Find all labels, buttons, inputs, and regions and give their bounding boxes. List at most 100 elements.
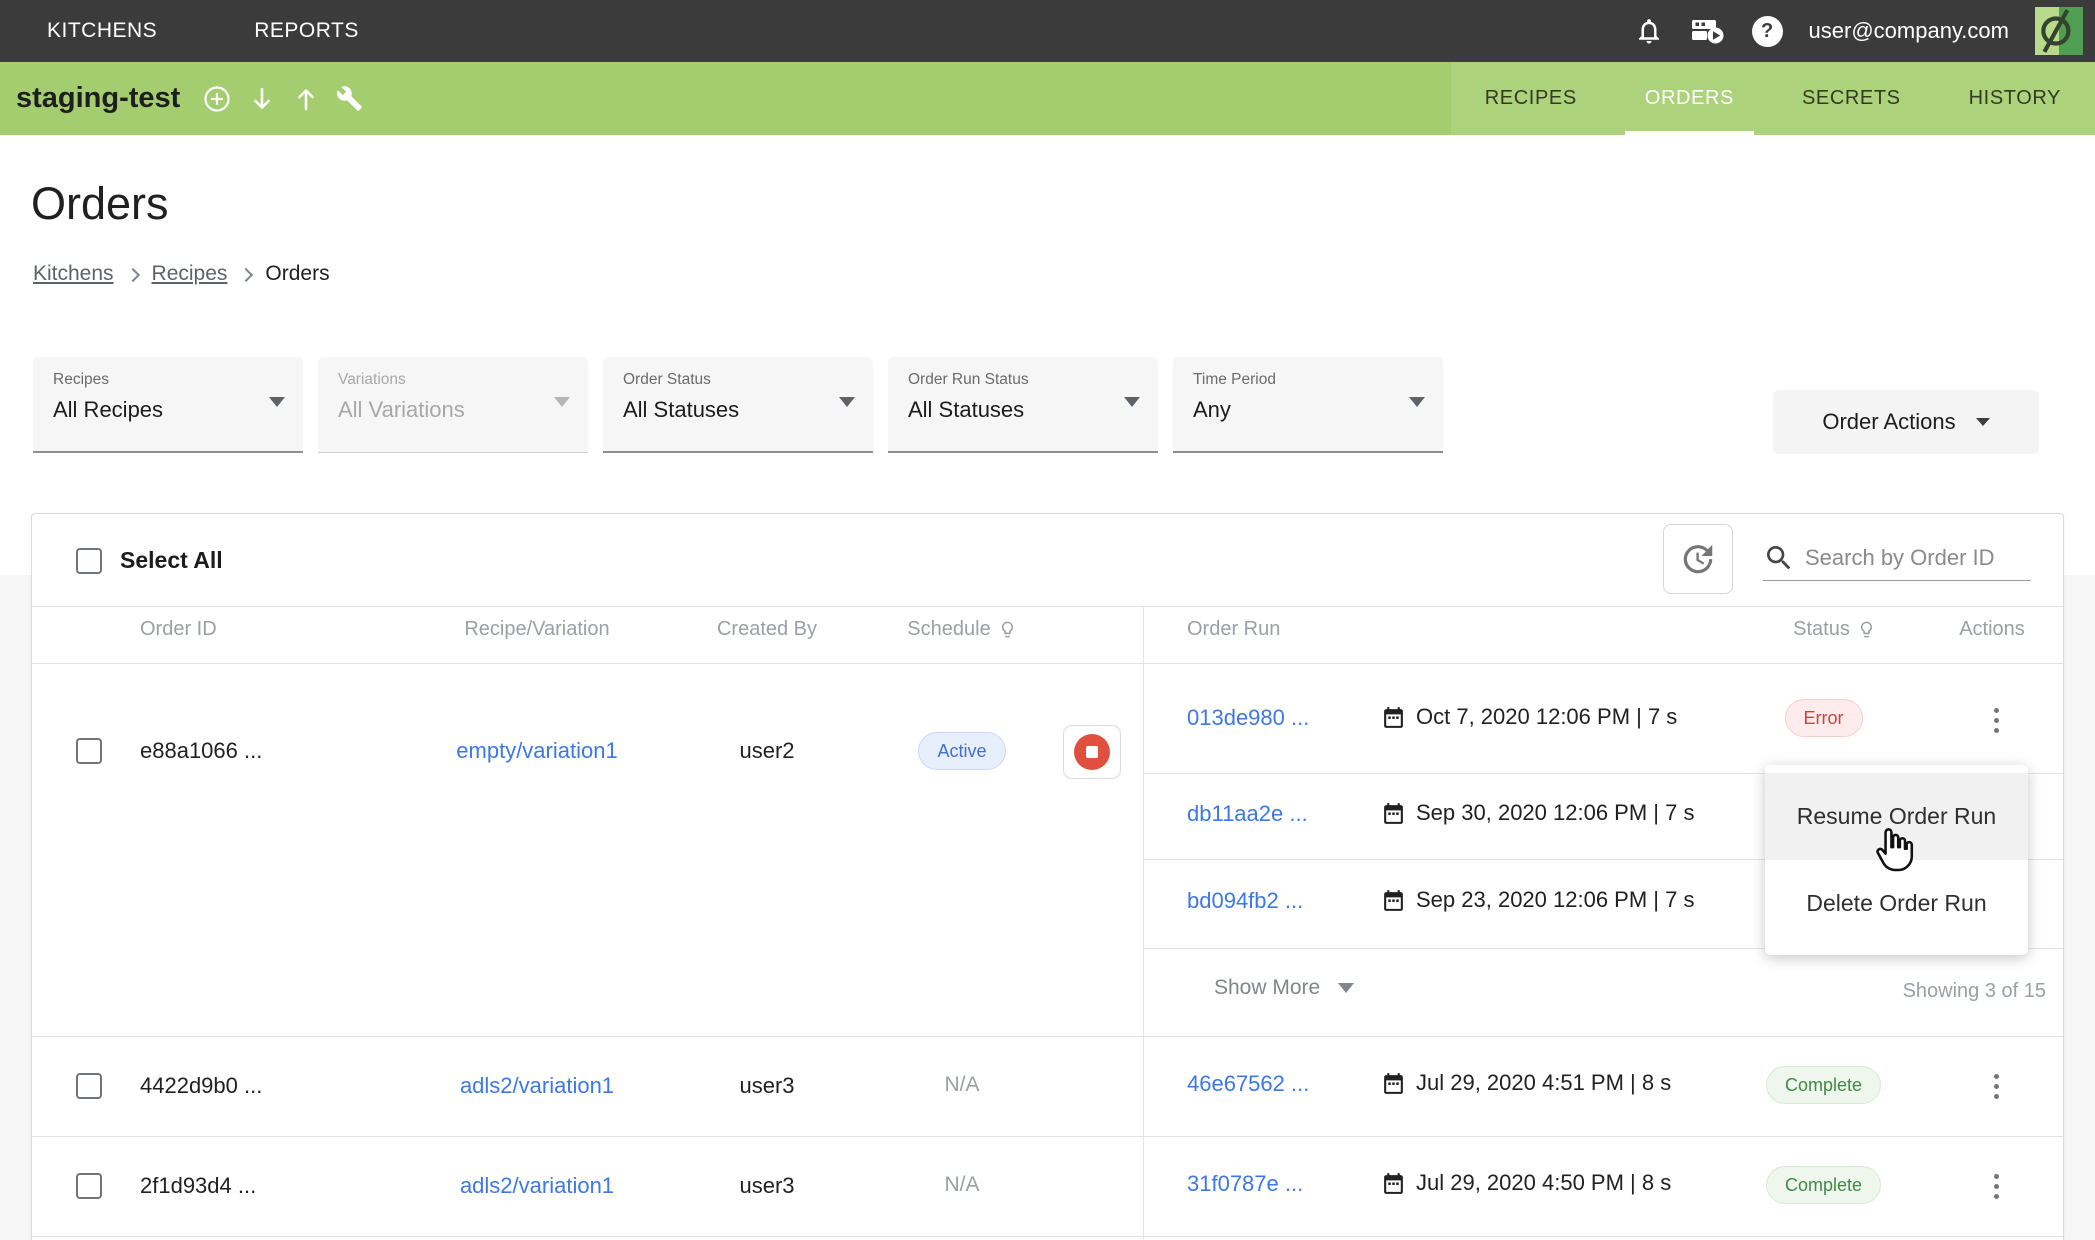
order-run-id[interactable]: 013de980 ... xyxy=(1187,705,1309,731)
status-complete-badge: Complete xyxy=(1766,1066,1881,1104)
dropdown-arrow-icon xyxy=(839,397,855,407)
show-more-label: Show More xyxy=(1214,976,1320,1000)
row-checkbox[interactable] xyxy=(76,738,102,764)
filter-label: Time Period xyxy=(1193,371,1423,389)
filter-recipes[interactable]: Recipes All Recipes xyxy=(33,357,303,453)
divider xyxy=(32,606,2063,607)
kebab-menu-icon[interactable] xyxy=(1988,1168,2005,1205)
kitchen-name: staging-test xyxy=(16,82,180,115)
select-all-label: Select All xyxy=(120,547,223,574)
filter-value: All Variations xyxy=(338,397,568,423)
order-run-id[interactable]: bd094fb2 ... xyxy=(1187,888,1303,914)
recipe-link-text[interactable]: adls2/variation1 xyxy=(460,1173,614,1199)
run-actions-cell xyxy=(1962,702,2030,739)
user-email[interactable]: user@company.com xyxy=(1809,18,2009,44)
filter-value: All Statuses xyxy=(908,397,1138,423)
app-logo xyxy=(2035,7,2083,55)
order-run-datetime: Oct 7, 2020 12:06 PM | 7 s xyxy=(1381,704,1677,730)
show-more-control[interactable]: Show More xyxy=(1214,976,1354,1000)
filter-order-status[interactable]: Order Status All Statuses xyxy=(603,357,873,453)
schedule-cell: N/A xyxy=(862,1173,1062,1197)
order-id: 2f1d93d4 ... xyxy=(140,1173,256,1199)
breadcrumb-kitchens[interactable]: Kitchens xyxy=(33,262,114,286)
row-checkbox[interactable] xyxy=(76,1073,102,1099)
order-run-link[interactable]: 013de980 ... xyxy=(1187,705,1309,731)
filter-value: All Recipes xyxy=(53,397,283,423)
filter-order-run-status[interactable]: Order Run Status All Statuses xyxy=(888,357,1158,453)
breadcrumb: Kitchens Recipes Orders xyxy=(33,262,330,286)
filter-label: Variations xyxy=(338,371,568,389)
tab-secrets[interactable]: SECRETS xyxy=(1768,62,1935,135)
filter-value: All Statuses xyxy=(623,397,853,423)
calendar-icon xyxy=(1381,705,1406,730)
order-run-queue-icon[interactable] xyxy=(1690,17,1726,45)
recipe-link-text[interactable]: adls2/variation1 xyxy=(460,1073,614,1099)
select-all-control: Select All xyxy=(76,547,223,574)
filter-time-period[interactable]: Time Period Any xyxy=(1173,357,1443,453)
nav-reports[interactable]: REPORTS xyxy=(254,19,359,43)
order-run-id[interactable]: 46e67562 ... xyxy=(1187,1071,1309,1097)
order-run-context-menu: Resume Order Run Delete Order Run xyxy=(1765,765,2028,955)
order-run-link[interactable]: 31f0787e ... xyxy=(1187,1171,1303,1197)
tab-orders[interactable]: ORDERS xyxy=(1611,62,1768,135)
order-actions-label: Order Actions xyxy=(1822,409,1955,435)
menu-item-delete-order-run[interactable]: Delete Order Run xyxy=(1765,860,2028,947)
datetime-text: Oct 7, 2020 12:06 PM | 7 s xyxy=(1416,704,1677,730)
order-run-id[interactable]: db11aa2e ... xyxy=(1187,801,1308,827)
merge-up-arrow-icon[interactable] xyxy=(292,85,320,113)
schedule-cell: Active xyxy=(862,732,1062,770)
recipe-variation-link[interactable]: adls2/variation1 xyxy=(412,1173,662,1199)
refresh-button[interactable] xyxy=(1663,524,1733,594)
kitchen-settings-wrench-icon[interactable] xyxy=(336,85,363,112)
orders-table-card: Select All Order ID Recipe/Variation Cre… xyxy=(31,513,2064,1240)
status-complete-badge: Complete xyxy=(1766,1166,1881,1204)
divider xyxy=(1143,606,1144,1239)
nav-kitchens[interactable]: KITCHENS xyxy=(47,19,157,43)
hint-lightbulb-icon[interactable] xyxy=(1857,620,1876,639)
run-actions-cell xyxy=(1962,1068,2030,1105)
order-run-link[interactable]: bd094fb2 ... xyxy=(1187,888,1303,914)
merge-down-arrow-icon[interactable] xyxy=(248,85,276,113)
search-input[interactable] xyxy=(1803,544,2027,572)
breadcrumb-recipes[interactable]: Recipes xyxy=(152,262,228,286)
calendar-icon xyxy=(1381,1071,1406,1096)
notifications-bell-icon[interactable] xyxy=(1634,16,1664,46)
filter-label: Recipes xyxy=(53,371,283,389)
run-status-cell: Complete xyxy=(1751,1166,1896,1204)
datetime-text: Jul 29, 2020 4:50 PM | 8 s xyxy=(1416,1170,1671,1196)
calendar-icon xyxy=(1381,801,1406,826)
help-icon[interactable]: ? xyxy=(1752,16,1783,47)
order-run-id[interactable]: 31f0787e ... xyxy=(1187,1171,1303,1197)
stop-order-button[interactable] xyxy=(1063,725,1121,779)
recipe-link-text[interactable]: empty/variation1 xyxy=(456,738,617,764)
menu-item-resume-order-run[interactable]: Resume Order Run xyxy=(1765,773,2028,860)
dropdown-arrow-icon xyxy=(1976,418,1990,426)
kebab-menu-icon[interactable] xyxy=(1988,702,2005,739)
dropdown-arrow-icon xyxy=(269,397,285,407)
topbar-right-cluster: ? user@company.com xyxy=(1634,0,2085,62)
kebab-menu-icon[interactable] xyxy=(1988,1068,2005,1105)
order-run-datetime: Sep 23, 2020 12:06 PM | 7 s xyxy=(1381,887,1694,913)
schedule-header-label: Schedule xyxy=(907,618,990,641)
dropdown-arrow-icon xyxy=(1124,397,1140,407)
filter-label: Order Status xyxy=(623,371,853,389)
hint-lightbulb-icon[interactable] xyxy=(998,620,1017,639)
order-run-link[interactable]: 46e67562 ... xyxy=(1187,1071,1309,1097)
divider xyxy=(32,1236,2063,1237)
order-run-link[interactable]: db11aa2e ... xyxy=(1187,801,1308,827)
add-kitchen-icon[interactable] xyxy=(202,84,232,114)
tab-recipes[interactable]: RECIPES xyxy=(1451,62,1611,135)
schedule-cell: N/A xyxy=(862,1073,1062,1097)
help-glyph: ? xyxy=(1761,20,1773,43)
row-checkbox[interactable] xyxy=(76,1173,102,1199)
divider xyxy=(32,1036,2063,1037)
dropdown-arrow-icon xyxy=(554,397,570,407)
recipe-variation-link[interactable]: adls2/variation1 xyxy=(412,1073,662,1099)
select-all-checkbox[interactable] xyxy=(76,548,102,574)
tab-history[interactable]: HISTORY xyxy=(1935,62,2095,135)
order-actions-button[interactable]: Order Actions xyxy=(1773,390,2039,454)
calendar-icon xyxy=(1381,1171,1406,1196)
top-navigation-bar: KITCHENS REPORTS ? user@company.com xyxy=(0,0,2095,62)
col-header-schedule: Schedule xyxy=(862,618,1062,641)
recipe-variation-link[interactable]: empty/variation1 xyxy=(412,738,662,764)
